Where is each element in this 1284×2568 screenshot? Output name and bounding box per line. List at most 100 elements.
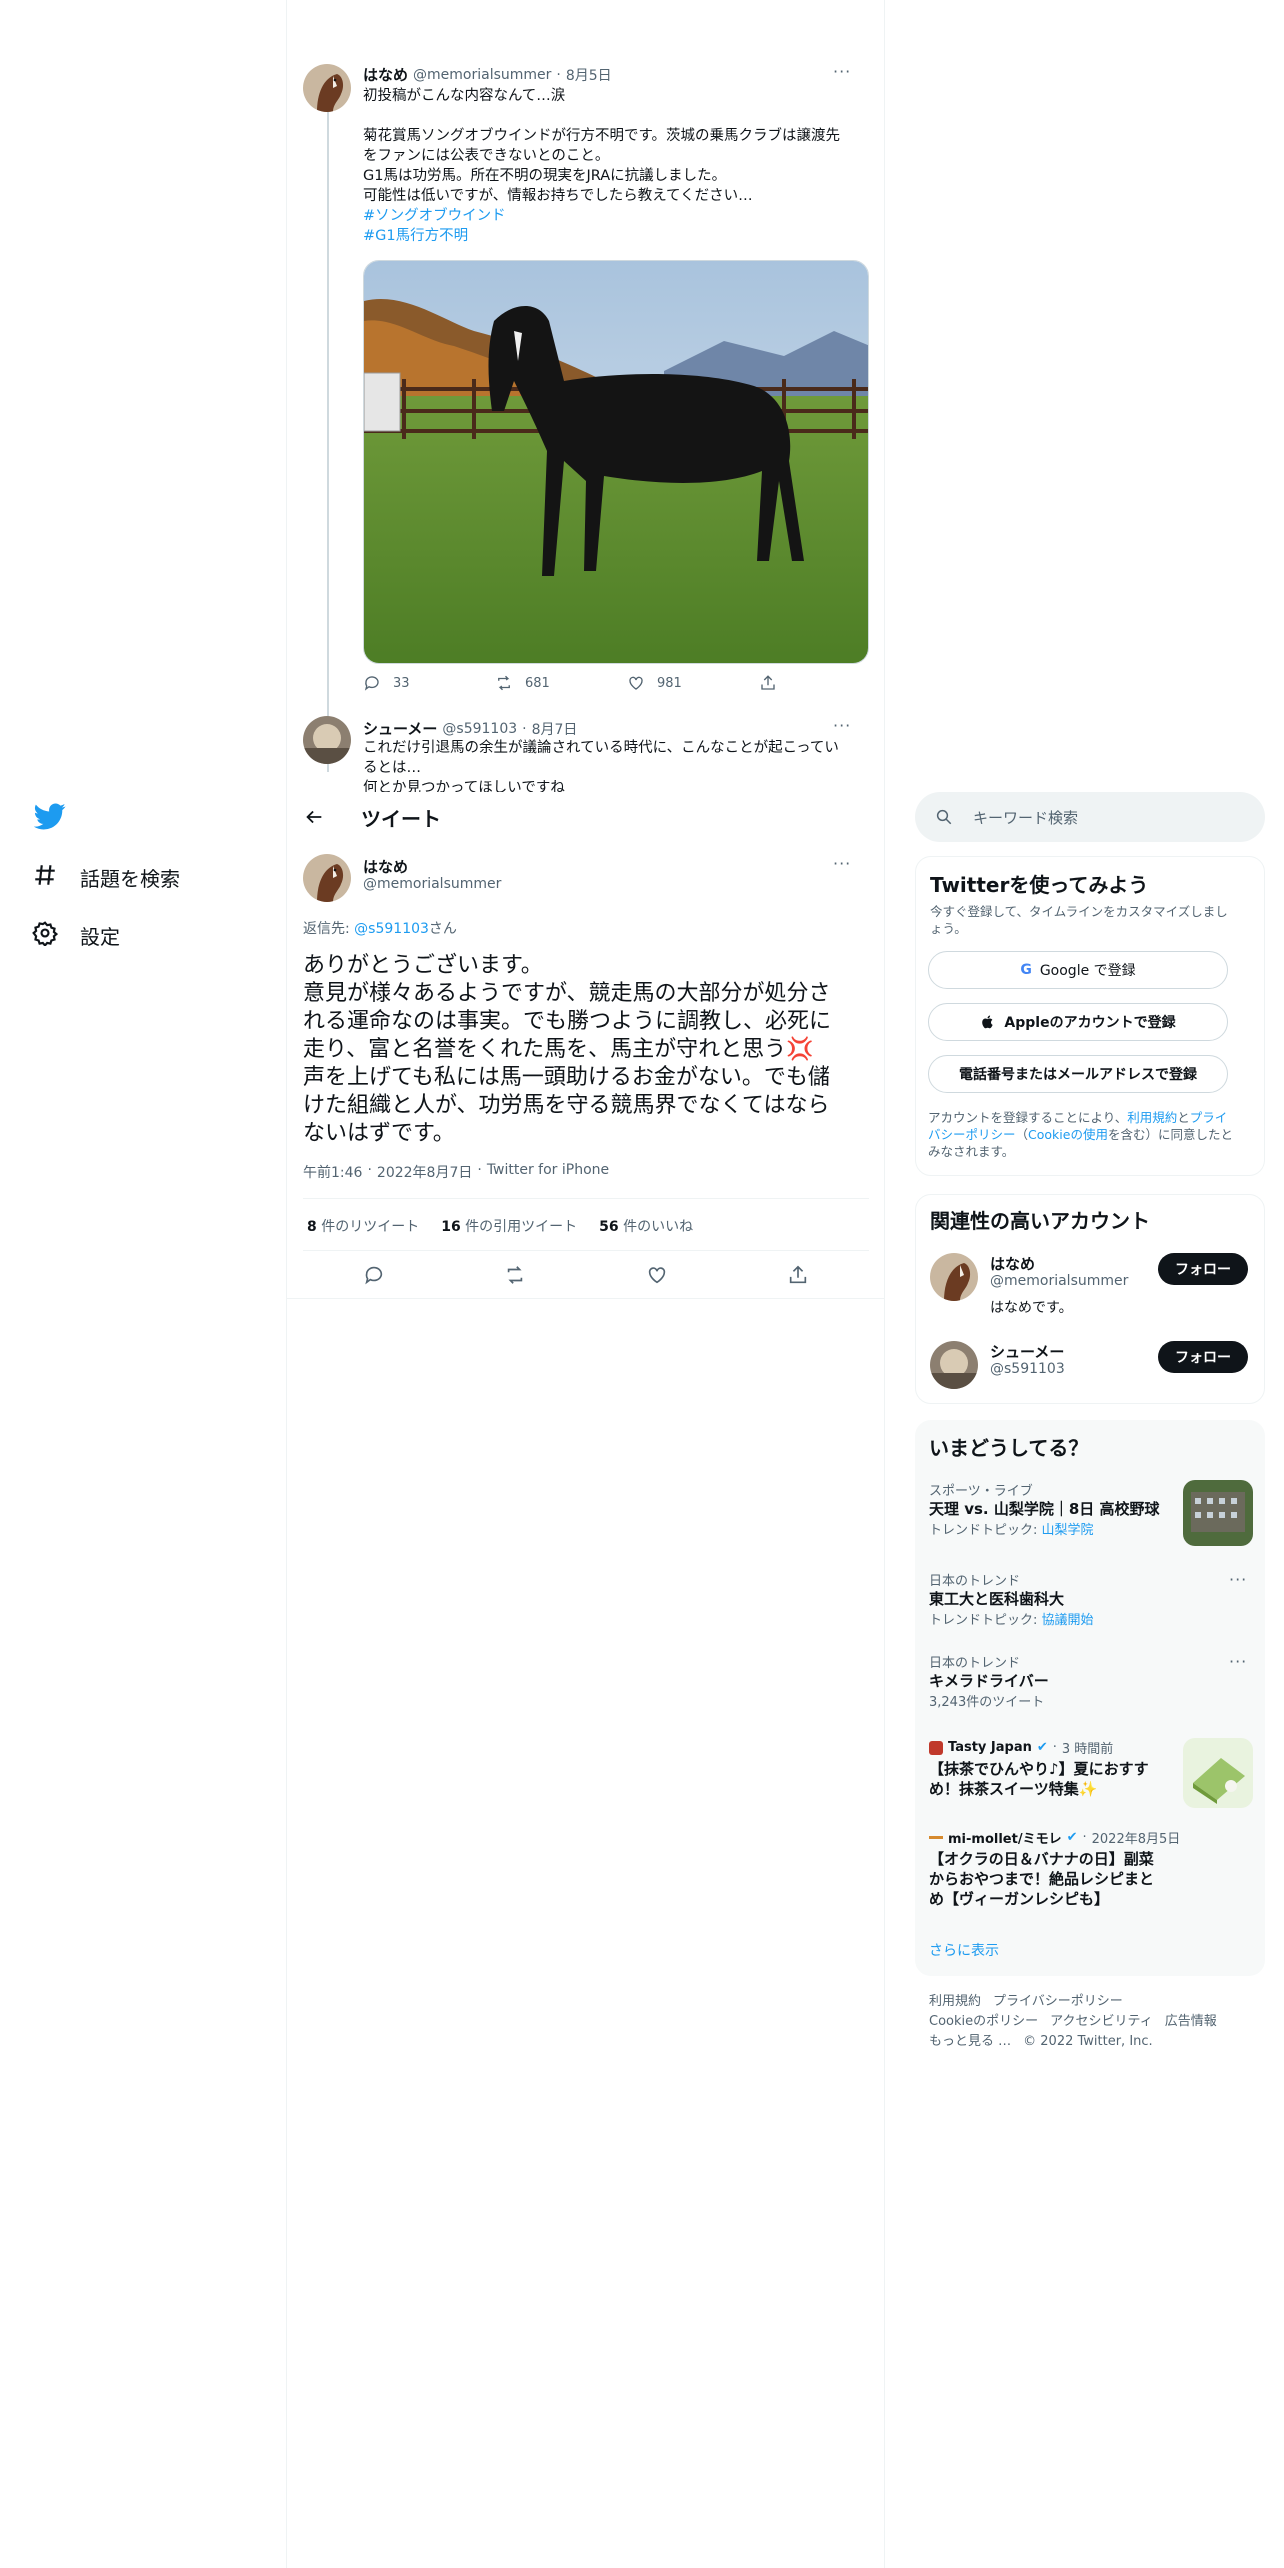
reply-to-link[interactable]: @s591103 [354, 921, 429, 937]
tweet-date[interactable]: 8月5日 [566, 65, 612, 85]
trend-topic-link[interactable]: 山梨学院 [1042, 1523, 1094, 1538]
likes-count: 56 [599, 1219, 619, 1235]
nav-explore[interactable]: 話題を検索 [32, 857, 180, 897]
source-avatar [929, 1740, 943, 1755]
footer-link[interactable]: 利用規約 [929, 1992, 981, 2012]
apple-signup-label: Appleのアカウントで登録 [1004, 1015, 1176, 1031]
account-row[interactable]: はなめ @memorialsummer はなめです。 フォロー [930, 1253, 1254, 1333]
trend-item[interactable]: スポーツ・ライブ 天理 vs. 山梨学院｜8日 高校野球 トレンドトピック: 山… [929, 1480, 1253, 1546]
divider [287, 1298, 884, 1299]
trend-topic-link[interactable]: 協議開始 [1042, 1613, 1094, 1628]
retweet-icon[interactable] [504, 1264, 526, 1286]
footer-link[interactable]: Cookieのポリシー [929, 2012, 1038, 2032]
reply-tweet[interactable]: シューメー @s591103 · 8月7日 ··· これだけ引退馬の余生が議論さ… [303, 716, 869, 792]
account-handle[interactable]: @s591103 [990, 1361, 1065, 1377]
more-options-icon[interactable]: ··· [833, 854, 851, 873]
reply-icon[interactable] [363, 1264, 385, 1286]
follow-button[interactable]: フォロー [1158, 1341, 1248, 1373]
heart-icon[interactable] [646, 1264, 668, 1286]
tweet-line: るとは… [363, 760, 421, 776]
account-bio: はなめです。 [990, 1300, 1073, 1316]
author-name[interactable]: はなめ [363, 856, 408, 877]
more-options-icon[interactable]: ··· [1229, 1570, 1247, 1589]
author-name[interactable]: はなめ [363, 64, 408, 85]
like-count: 981 [657, 675, 682, 691]
tweet-photo[interactable] [363, 260, 869, 664]
relevant-accounts-box: 関連性の高いアカウント はなめ @memorialsummer はなめです。 フ… [915, 1194, 1265, 1404]
reply-button[interactable]: 33 [363, 674, 410, 692]
divider [303, 1250, 869, 1251]
follow-button[interactable]: フォロー [1158, 1253, 1248, 1285]
news-item[interactable]: Tasty Japan ✔ · 3 時間前 【抹茶でひんやり♪】夏におすす め！… [929, 1738, 1253, 1808]
retweet-icon [498, 675, 510, 691]
hashtag-link[interactable]: #G1馬行方不明 [363, 226, 873, 246]
main-tweet-text: ありがとうございます。 意見が様々あるようですが、競走馬の大部分が処分さ れる運… [303, 952, 869, 1148]
account-row[interactable]: シューメー @s591103 フォロー [930, 1341, 1254, 1393]
account-name[interactable]: はなめ [990, 1253, 1035, 1274]
google-signup-button[interactable]: G Google で登録 [928, 951, 1228, 989]
tweet-line: これだけ引退馬の余生が議論されている時代に、こんなことが起こってい [363, 740, 839, 756]
tweet-line: けた組織と人が、功労馬を守る競馬界でなくてはなら [303, 1093, 830, 1118]
share-icon[interactable] [787, 1264, 809, 1286]
news-time: 2022年8月5日 [1091, 1832, 1181, 1847]
avatar[interactable] [930, 1341, 978, 1389]
news-item[interactable]: mi-mollet/ミモレ ✔ · 2022年8月5日 【オクラの日＆バナナの日… [929, 1828, 1253, 1909]
like-button[interactable]: 981 [627, 674, 682, 692]
trend-name: 東工大と医科歯科大 [929, 1590, 1065, 1608]
trend-item[interactable]: 日本のトレンド キメラドライバー 3,243件のツイート ··· [929, 1652, 1253, 1710]
reply-suffix: さん [428, 921, 457, 937]
privacy-link[interactable]: プライ [1190, 1110, 1228, 1125]
likes-stat[interactable]: 56 件のいいね [599, 1216, 693, 1236]
avatar[interactable] [930, 1253, 978, 1301]
apple-signup-button[interactable]: Appleのアカウントで登録 [928, 1003, 1228, 1041]
tweet-date[interactable]: 8月7日 [532, 719, 578, 739]
retweets-count: 8 [307, 1219, 317, 1235]
more-options-icon[interactable]: ··· [833, 716, 851, 735]
tweet-actions [303, 1264, 869, 1286]
trend-thumbnail [1183, 1480, 1253, 1546]
terms-text: を含む）に同意したと [1107, 1127, 1233, 1142]
account-handle[interactable]: @memorialsummer [990, 1273, 1128, 1289]
author-handle[interactable]: @s591103 [442, 721, 517, 737]
trend-name: 天理 vs. 山梨学院｜8日 高校野球 [929, 1500, 1160, 1518]
author-handle[interactable]: @memorialsummer [413, 67, 551, 83]
retweet-button[interactable]: 681 [495, 674, 550, 692]
author-name[interactable]: シューメー [363, 718, 437, 739]
twitter-logo-icon[interactable] [33, 800, 66, 832]
author-handle[interactable]: @memorialsummer [363, 876, 501, 892]
back-arrow-icon[interactable] [303, 806, 325, 828]
tweet-date[interactable]: 2022年8月7日 [377, 1162, 472, 1182]
tweet-time[interactable]: 午前1:46 [303, 1162, 362, 1182]
avatar[interactable] [303, 716, 351, 764]
search-input[interactable]: キーワード検索 [915, 792, 1265, 842]
phone-email-signup-button[interactable]: 電話番号またはメールアドレスで登録 [928, 1055, 1228, 1093]
tweet-source[interactable]: Twitter for iPhone [487, 1162, 609, 1182]
retweets-stat[interactable]: 8 件のリツイート [307, 1216, 419, 1236]
footer-link[interactable]: プライバシーポリシー [993, 1992, 1123, 2012]
trend-item[interactable]: 日本のトレンド 東工大と医科歯科大 トレンドトピック: 協議開始 ··· [929, 1570, 1253, 1628]
terms-text: みなされます。 [928, 1144, 1015, 1159]
source-avatar [929, 1836, 943, 1839]
tweet-line: れる運命なのは事実。でも勝つように調教し、必死に [303, 1009, 832, 1034]
tweet-line: 菊花賞馬ソングオブウインドが行方不明です。茨城の乗馬クラブは譲渡先 [363, 128, 841, 144]
avatar[interactable] [303, 854, 351, 902]
nav-settings[interactable]: 設定 [32, 915, 120, 955]
privacy-link[interactable]: バシーポリシー [928, 1127, 1016, 1142]
account-name[interactable]: シューメー [990, 1341, 1064, 1362]
terms-link[interactable]: 利用規約 [1127, 1110, 1177, 1125]
footer-more-link[interactable]: もっと見る … [929, 2032, 1011, 2052]
quotes-stat[interactable]: 16 件の引用ツイート [441, 1216, 577, 1236]
more-options-icon[interactable]: ··· [833, 62, 851, 81]
share-button[interactable] [759, 674, 777, 692]
search-icon [936, 809, 952, 825]
hashtag-link[interactable]: #ソングオブウインド [363, 206, 873, 226]
avatar[interactable] [303, 64, 351, 112]
footer-link[interactable]: 広告情報 [1165, 2012, 1217, 2032]
show-more-link[interactable]: さらに表示 [929, 1940, 999, 1960]
reply-count: 33 [393, 675, 410, 691]
cookie-link[interactable]: Cookieの使用 [1028, 1127, 1108, 1142]
more-options-icon[interactable]: ··· [1229, 1652, 1247, 1671]
footer-link[interactable]: アクセシビリティ [1050, 2012, 1153, 2032]
tweet-line: ありがとうございます。 [303, 953, 543, 978]
tweet-line: 走り、富と名誉をくれた馬を、馬主が守れと思う💢 [303, 1037, 814, 1062]
